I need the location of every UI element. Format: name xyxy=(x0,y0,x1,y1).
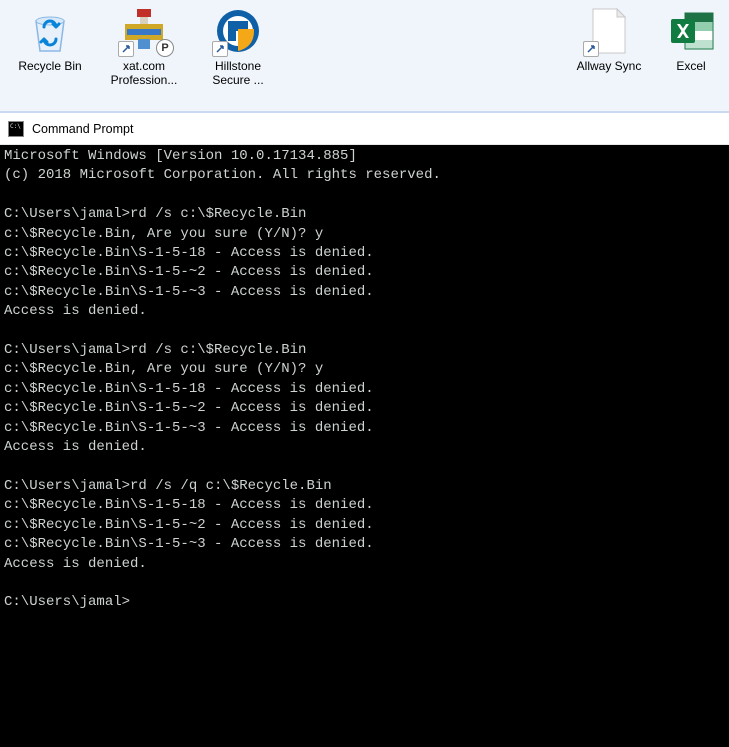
hillstone-icon xyxy=(214,7,262,55)
window-title: Command Prompt xyxy=(32,122,133,136)
command-prompt-window: Command Prompt Microsoft Windows [Versio… xyxy=(0,112,729,747)
command-prompt-icon xyxy=(8,121,24,137)
icon-label: Excel xyxy=(676,59,705,73)
blank-file-icon xyxy=(585,7,633,55)
desktop-icon-allway-sync[interactable]: Allway Sync xyxy=(562,5,656,111)
p-badge-icon: P xyxy=(156,39,174,57)
xat-icon: P xyxy=(120,7,168,55)
desktop-icon-xat[interactable]: P xat.com Profession... xyxy=(97,5,191,111)
desktop-icon-recycle-bin[interactable]: Recycle Bin xyxy=(3,5,97,111)
icon-label: xat.com Profession... xyxy=(101,59,187,87)
shortcut-arrow-icon xyxy=(118,41,134,57)
command-prompt-titlebar[interactable]: Command Prompt xyxy=(0,113,729,145)
desktop: Recycle Bin P xat.com Profession... xyxy=(0,0,729,112)
recycle-bin-icon xyxy=(26,7,74,55)
shortcut-arrow-icon xyxy=(212,41,228,57)
command-prompt-body[interactable]: Microsoft Windows [Version 10.0.17134.88… xyxy=(0,145,729,747)
excel-icon xyxy=(667,7,715,55)
desktop-icon-hillstone[interactable]: Hillstone Secure ... xyxy=(191,5,285,111)
icon-label: Recycle Bin xyxy=(18,59,81,73)
icon-label: Allway Sync xyxy=(577,59,642,73)
icon-label: Hillstone Secure ... xyxy=(195,59,281,87)
shortcut-arrow-icon xyxy=(583,41,599,57)
desktop-icon-excel[interactable]: Excel xyxy=(656,5,726,111)
